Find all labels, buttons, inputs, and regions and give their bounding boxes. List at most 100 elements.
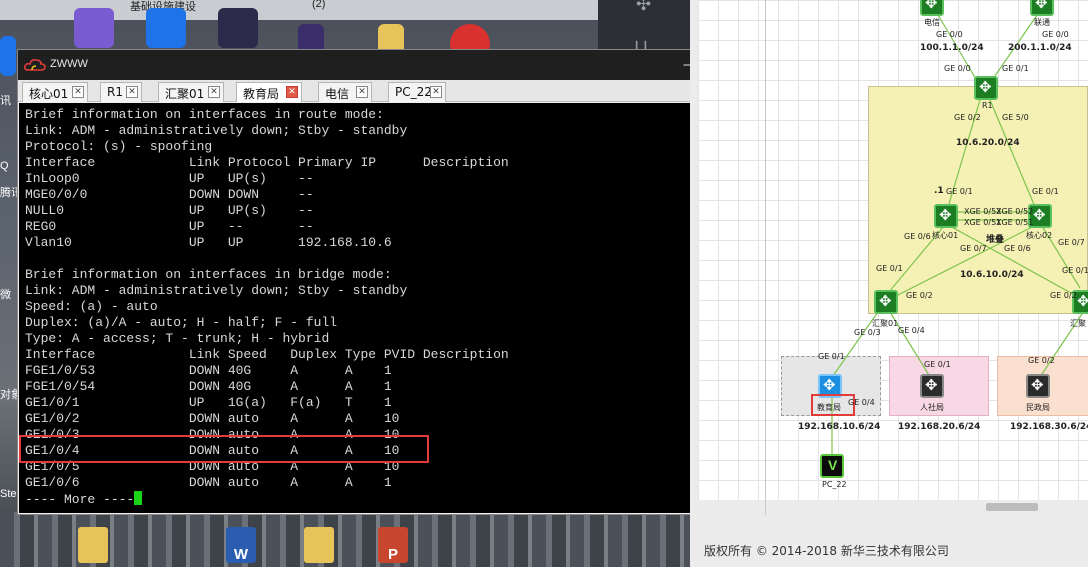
port-label: GE 0/3	[854, 328, 881, 337]
unicom-router-icon[interactable]	[1030, 0, 1054, 16]
civil-switch-icon[interactable]	[1026, 374, 1050, 398]
terminal-line: FGE1/0/53 DOWN 40G A A 1	[25, 363, 392, 378]
ip-label: 192.168.10.6/24	[798, 422, 881, 432]
ip-label: 192.168.20.6/24	[898, 422, 981, 432]
node-label: 民政局	[1026, 403, 1050, 412]
port-label: GE 0/2	[954, 113, 981, 122]
stack-label: 堆叠	[986, 235, 1005, 245]
tab-close-icon[interactable]: ✕	[356, 86, 368, 98]
terminal-line: Interface Link Protocol Primary IP Descr…	[25, 155, 509, 170]
tab-pc22[interactable]: PC_22 ✕	[388, 82, 446, 102]
terminal-line: GE1/0/1 UP 1G(a) F(a) T 1	[25, 395, 392, 410]
more-prompt: ---- More ----	[25, 492, 135, 507]
taskbar-folder-icon[interactable]	[304, 527, 334, 563]
ip-suffix-label: .1	[934, 186, 944, 196]
port-label: GE 0/1	[876, 264, 903, 273]
desktop-game-icon[interactable]	[218, 8, 258, 48]
agg01-switch-icon[interactable]	[874, 290, 898, 314]
terminal-window: ZWWW — ☐ ✕ 核心01 ✕ R1 ✕ 汇聚01 ✕ 教育局 ✕ 电信 ✕…	[17, 49, 769, 515]
panel-divider	[765, 0, 766, 515]
r1-router-icon[interactable]	[974, 76, 998, 100]
terminal-line: Interface Link Speed Duplex Type PVID De…	[25, 347, 509, 362]
window-title: ZWWW	[50, 58, 88, 70]
port-label: GE 0/6	[904, 232, 931, 241]
tab-close-icon[interactable]: ✕	[72, 86, 84, 98]
port-label: GE 0/1	[946, 187, 973, 196]
tab-r1[interactable]: R1 ✕	[100, 82, 142, 102]
terminal-line: GE1/0/2 DOWN auto A A 10	[25, 411, 400, 426]
terminal-line: GE1/0/6 DOWN auto A A 1	[25, 475, 392, 490]
port-label: GE 0/1	[1002, 64, 1029, 73]
terminal-prompt: ---- More ----	[25, 491, 143, 507]
powerpoint-icon[interactable]: P	[378, 527, 408, 563]
tab-close-icon[interactable]: ✕	[126, 86, 138, 98]
terminal-line: Brief information on interfaces in bridg…	[25, 267, 392, 282]
ip-label: 200.1.1.0/24	[1008, 43, 1072, 53]
desktop-side-label: Q	[0, 160, 9, 172]
node-label: 联通	[1034, 18, 1050, 27]
port-label: GE 0/2	[906, 291, 933, 300]
terminal-line: REG0 UP -- --	[25, 219, 314, 234]
port-label: GE 0/0	[944, 64, 971, 73]
hr-switch-icon[interactable]	[920, 374, 944, 398]
terminal-line: NULL0 UP UP(s) --	[25, 203, 314, 218]
node-label: 电信	[924, 18, 940, 27]
word-icon[interactable]: W	[226, 527, 256, 563]
terminal-line: Link: ADM - administratively down; Stby …	[25, 283, 408, 298]
window-titlebar[interactable]: ZWWW — ☐ ✕	[18, 50, 768, 80]
cloud-logo-icon	[24, 59, 46, 71]
node-label: PC_22	[822, 480, 847, 489]
tab-telecom[interactable]: 电信 ✕	[318, 82, 372, 102]
desktop-mail-icon[interactable]	[146, 8, 186, 48]
canvas-hscroll-thumb[interactable]	[986, 503, 1038, 511]
port-label: GE 0/1	[1032, 187, 1059, 196]
node-label: R1	[982, 101, 993, 110]
port-label: GE 0/4	[898, 326, 925, 335]
terminal-line: Vlan10 UP UP 192.168.10.6	[25, 235, 392, 250]
tab-edu[interactable]: 教育局 ✕	[236, 82, 302, 102]
desktop-icon-label: (2)	[312, 0, 326, 10]
tab-label: R1	[107, 85, 123, 99]
desktop-edge-icon[interactable]	[0, 36, 16, 76]
node-label: 汇聚	[1070, 319, 1086, 328]
port-label: GE 5/0	[1002, 113, 1029, 122]
tab-close-icon[interactable]: ✕	[208, 86, 220, 98]
taskbar-folder-icon[interactable]	[78, 527, 108, 563]
port-label: GE 0/0	[936, 30, 963, 39]
grid-icon[interactable]: ✣	[636, 0, 651, 15]
copyright-footer: 版权所有 © 2014-2018 新华三技术有限公司	[704, 544, 949, 558]
telecom-router-icon[interactable]	[920, 0, 944, 16]
subnet-label: 10.6.20.0/24	[956, 138, 1020, 148]
terminal-line: Duplex: (a)/A - auto; H - half; F - full	[25, 315, 338, 330]
node-label: 人社局	[920, 403, 944, 412]
canvas-hscrollbar[interactable]	[768, 500, 1088, 514]
terminal-output[interactable]: Brief information on interfaces in route…	[19, 103, 750, 513]
topology-canvas[interactable]: 电信 联通 R1 核心01 核心02 汇聚01 汇聚 教育局 人社局 民政局 P…	[698, 0, 1088, 500]
port-label: GE 0/2	[1028, 356, 1055, 365]
tab-label: 电信	[325, 87, 350, 101]
port-label: XGE 0/52	[996, 207, 1034, 216]
tab-core01[interactable]: 核心01 ✕	[22, 82, 88, 102]
desktop-app-icon[interactable]	[74, 8, 114, 48]
terminal-cursor	[134, 491, 143, 505]
port-label: GE 0/1	[1062, 266, 1088, 275]
port-label: XGE 0/51	[996, 218, 1034, 227]
tab-label: 教育局	[243, 87, 280, 101]
tab-label: PC_22	[395, 85, 432, 99]
highlight-box	[19, 435, 429, 463]
tab-agg01[interactable]: 汇聚01 ✕	[158, 82, 224, 102]
tab-close-icon[interactable]: ✕	[286, 86, 298, 98]
terminal-line: Type: A - access; T - trunk; H - hybrid	[25, 331, 330, 346]
port-label: GE 0/2	[1050, 291, 1077, 300]
terminal-line: Brief information on interfaces in route…	[25, 107, 384, 122]
port-label: GE 0/1	[818, 352, 845, 361]
tab-label: 汇聚01	[165, 87, 205, 101]
tab-label: 核心01	[29, 87, 69, 101]
terminal-line: MGE0/0/0 DOWN DOWN --	[25, 187, 314, 202]
port-label: GE 0/4	[848, 398, 875, 407]
tab-close-icon[interactable]: ✕	[430, 86, 442, 98]
pc22-icon[interactable]	[820, 454, 844, 478]
topology-panel: 电信 联通 R1 核心01 核心02 汇聚01 汇聚 教育局 人社局 民政局 P…	[690, 0, 1088, 567]
terminal-line: Protocol: (s) - spoofing	[25, 139, 213, 154]
core01-switch-icon[interactable]	[934, 204, 958, 228]
